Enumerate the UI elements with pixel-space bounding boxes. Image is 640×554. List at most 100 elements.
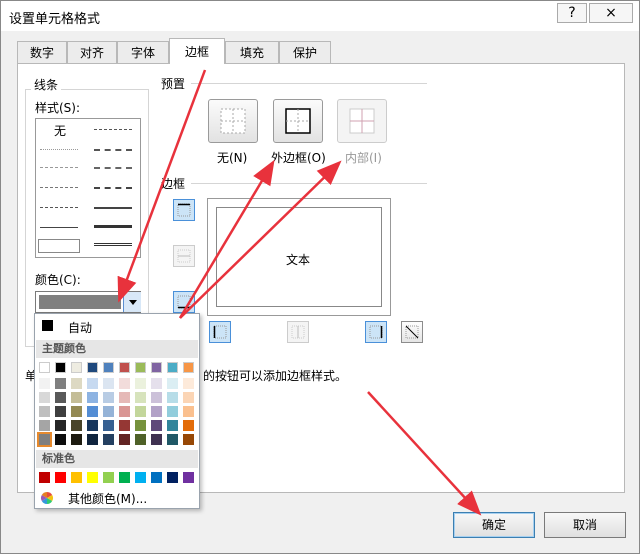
theme-shade-swatch[interactable]: [71, 420, 82, 431]
theme-shade-swatch[interactable]: [151, 378, 162, 389]
standard-color-swatch[interactable]: [71, 472, 82, 483]
preset-outline-button[interactable]: [273, 99, 323, 143]
theme-shade-swatch[interactable]: [71, 434, 82, 445]
theme-shade-swatch[interactable]: [39, 406, 50, 417]
standard-color-swatch[interactable]: [167, 472, 178, 483]
theme-shade-swatch[interactable]: [151, 420, 162, 431]
theme-shade-swatch[interactable]: [135, 378, 146, 389]
line-style-thin[interactable]: [40, 227, 78, 228]
border-diagonal-down-button[interactable]: [401, 321, 423, 343]
border-right-button[interactable]: [365, 321, 387, 343]
border-bottom-button[interactable]: [173, 291, 195, 313]
color-picker-combo[interactable]: [35, 291, 141, 313]
theme-shade-swatch[interactable]: [71, 406, 82, 417]
theme-shade-swatch[interactable]: [103, 378, 114, 389]
tab-alignment[interactable]: 对齐: [67, 41, 117, 63]
theme-shade-swatch[interactable]: [135, 420, 146, 431]
line-style-none[interactable]: 无: [54, 122, 66, 139]
theme-shade-swatch[interactable]: [103, 406, 114, 417]
theme-shade-swatch[interactable]: [39, 378, 50, 389]
theme-shade-swatch[interactable]: [71, 378, 82, 389]
line-style-double[interactable]: [94, 243, 132, 246]
theme-shade-swatch[interactable]: [103, 434, 114, 445]
standard-color-swatch[interactable]: [55, 472, 66, 483]
theme-shade-swatch[interactable]: [135, 434, 146, 445]
theme-shade-swatch[interactable]: [135, 406, 146, 417]
help-button[interactable]: ?: [557, 3, 587, 23]
color-dropdown-button[interactable]: [123, 292, 141, 312]
theme-shade-swatch[interactable]: [151, 406, 162, 417]
border-inside-vertical-button[interactable]: [287, 321, 309, 343]
tab-font[interactable]: 字体: [117, 41, 169, 63]
line-style-thick[interactable]: [94, 225, 132, 228]
tab-number[interactable]: 数字: [17, 41, 67, 63]
tab-protection[interactable]: 保护: [279, 41, 331, 63]
line-style-hair[interactable]: [40, 149, 78, 150]
theme-shade-swatch[interactable]: [39, 392, 50, 403]
theme-shade-swatch[interactable]: [151, 434, 162, 445]
theme-shade-swatch[interactable]: [119, 434, 130, 445]
theme-color-swatch[interactable]: [39, 362, 50, 373]
theme-color-swatch[interactable]: [119, 362, 130, 373]
theme-shade-swatch[interactable]: [55, 406, 66, 417]
line-style-slant-dash-dot[interactable]: [94, 149, 132, 151]
border-top-button[interactable]: [173, 199, 195, 221]
tab-border[interactable]: 边框: [169, 38, 225, 64]
line-style-medium-dash-dot-dot[interactable]: [94, 129, 132, 130]
theme-shade-swatch[interactable]: [71, 392, 82, 403]
theme-color-swatch[interactable]: [55, 362, 66, 373]
theme-shade-swatch[interactable]: [119, 392, 130, 403]
theme-shade-swatch[interactable]: [119, 420, 130, 431]
theme-color-swatch[interactable]: [103, 362, 114, 373]
ok-button[interactable]: 确定: [453, 512, 535, 538]
theme-shade-swatch[interactable]: [39, 420, 50, 431]
theme-shade-swatch[interactable]: [55, 392, 66, 403]
close-button[interactable]: ×: [589, 3, 633, 23]
theme-shade-swatch[interactable]: [87, 378, 98, 389]
theme-color-swatch[interactable]: [167, 362, 178, 373]
theme-shade-swatch[interactable]: [87, 420, 98, 431]
theme-shade-swatch[interactable]: [183, 420, 194, 431]
theme-shade-swatch[interactable]: [167, 420, 178, 431]
theme-shade-swatch[interactable]: [167, 392, 178, 403]
theme-color-swatch[interactable]: [71, 362, 82, 373]
line-style-dash-dot-dot[interactable]: [40, 187, 78, 188]
theme-shade-swatch[interactable]: [87, 392, 98, 403]
standard-color-swatch[interactable]: [87, 472, 98, 483]
theme-color-swatch[interactable]: [151, 362, 162, 373]
preset-none-button[interactable]: [208, 99, 258, 143]
preset-inside-button[interactable]: [337, 99, 387, 143]
theme-shade-swatch[interactable]: [119, 378, 130, 389]
theme-color-swatch[interactable]: [135, 362, 146, 373]
theme-shade-swatch[interactable]: [167, 378, 178, 389]
line-style-dotted[interactable]: [40, 167, 78, 168]
theme-color-swatch[interactable]: [87, 362, 98, 373]
tab-fill[interactable]: 填充: [225, 41, 279, 63]
theme-shade-swatch[interactable]: [87, 434, 98, 445]
standard-color-swatch[interactable]: [103, 472, 114, 483]
theme-shade-swatch[interactable]: [183, 406, 194, 417]
border-preview[interactable]: 文本: [207, 198, 391, 316]
line-style-medium[interactable]: [94, 207, 132, 209]
border-left-button[interactable]: [209, 321, 231, 343]
theme-shade-swatch[interactable]: [183, 434, 194, 445]
theme-shade-swatch[interactable]: [167, 434, 178, 445]
theme-shade-swatch[interactable]: [183, 392, 194, 403]
border-inside-horizontal-button[interactable]: [173, 245, 195, 267]
line-style-medium-dash-dot[interactable]: [94, 167, 132, 169]
standard-color-swatch[interactable]: [183, 472, 194, 483]
standard-color-swatch[interactable]: [39, 472, 50, 483]
cancel-button[interactable]: 取消: [544, 512, 626, 538]
auto-color-item[interactable]: 自动: [36, 315, 198, 337]
theme-shade-swatch[interactable]: [103, 420, 114, 431]
line-style-list[interactable]: 无: [35, 118, 141, 258]
theme-shade-swatch[interactable]: [103, 392, 114, 403]
theme-color-swatch[interactable]: [183, 362, 194, 373]
theme-shade-swatch[interactable]: [37, 432, 52, 447]
theme-shade-swatch[interactable]: [183, 378, 194, 389]
theme-shade-swatch[interactable]: [167, 406, 178, 417]
theme-shade-swatch[interactable]: [151, 392, 162, 403]
theme-shade-swatch[interactable]: [55, 434, 66, 445]
theme-shade-swatch[interactable]: [119, 406, 130, 417]
theme-shade-swatch[interactable]: [55, 378, 66, 389]
